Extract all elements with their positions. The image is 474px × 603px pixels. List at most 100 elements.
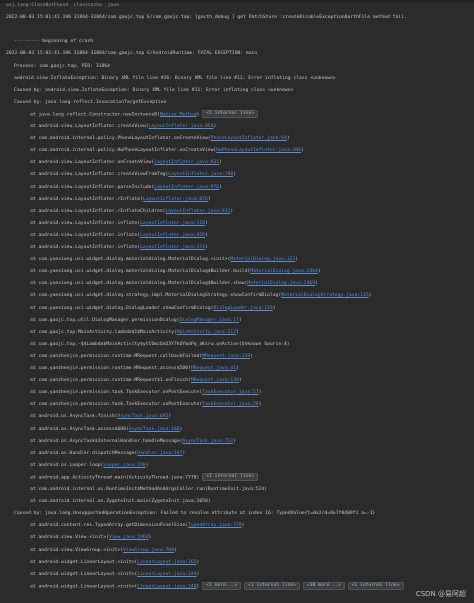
source-link[interactable]: LayoutInflater.java:518 xyxy=(140,221,205,226)
log-text: ) xyxy=(179,426,183,432)
log-text: ) xyxy=(145,462,149,468)
collapsed-lines-badge[interactable]: <1 internal line> xyxy=(347,581,404,590)
source-link[interactable]: ViewGroup.java:709 xyxy=(123,548,174,553)
log-text: at com.yuexiang.usi.widget.dialog.materi… xyxy=(30,257,231,263)
log-text: ) xyxy=(368,293,372,299)
source-link[interactable]: DialogManager.java:17 xyxy=(180,318,239,323)
source-link[interactable]: MRequest.java:159 xyxy=(202,354,250,359)
source-link[interactable]: LayoutInflater.java:833 xyxy=(165,209,230,214)
log-text: ) xyxy=(196,559,200,565)
source-link[interactable]: AsyncTask.java:695 xyxy=(118,414,169,419)
source-link[interactable]: LinearLayout.java:244 xyxy=(137,572,196,577)
source-link[interactable]: LayoutInflater.java:931 xyxy=(154,160,219,165)
source-link[interactable]: View.java:5964 xyxy=(109,535,149,540)
log-line: at com.yuexiang.usi.widget.dialog.materi… xyxy=(0,255,474,264)
log-text: at com.yuexiang.usi.widget.dialog.strate… xyxy=(30,293,282,299)
source-link[interactable]: MaterialDialog.java:2464 xyxy=(250,269,318,274)
source-link[interactable]: MRequest.java:41 xyxy=(191,366,236,371)
source-link[interactable]: Handler.java:107 xyxy=(137,451,182,456)
log-line: at java.lang.reflect.Constructor.newInst… xyxy=(0,109,474,119)
source-link[interactable]: Native Method xyxy=(160,112,197,117)
log-line: at android.view.LayoutInflater.createVie… xyxy=(0,122,474,131)
source-link[interactable]: HwPhoneLayoutInflater.java:106 xyxy=(216,148,301,153)
log-text: at com.yuexiang.usi.widget.dialog.materi… xyxy=(30,269,251,275)
log-text: ) xyxy=(315,281,318,287)
source-link[interactable]: PhoneLayoutInflater.java:64 xyxy=(211,136,287,141)
source-link[interactable]: LayoutInflater.java:854 xyxy=(149,124,214,129)
log-line: --------- beginning of crash xyxy=(0,37,474,46)
log-text: at com.android.internal.policy.HwPhoneLa… xyxy=(30,148,217,154)
source-link[interactable]: MaterialDialog.java:2469 xyxy=(247,281,315,286)
collapsed-lines-badge[interactable]: <1 internal line> xyxy=(244,581,301,590)
collapsed-lines-badge[interactable]: <1 internal line> xyxy=(202,109,259,118)
log-text: ) xyxy=(233,438,237,444)
log-line: at android.os.AsyncTask.access$600(Async… xyxy=(0,425,474,434)
log-line: at android.view.LayoutInflater.onCreateV… xyxy=(0,158,474,167)
log-text: Caused by: java.lang.UnsupportedOperatio… xyxy=(14,511,376,517)
log-text: ) xyxy=(236,329,239,335)
log-line: at android.os.AsyncTask.finish(AsyncTask… xyxy=(0,412,474,421)
log-line: at com.android.internal.policy.PhoneLayo… xyxy=(0,134,474,143)
log-text: ) xyxy=(204,220,208,226)
log-line: at com.yanzhenjie.permission.task.TaskEx… xyxy=(0,400,474,409)
source-link[interactable]: AsyncTask.java:180 xyxy=(129,427,180,432)
log-text: ) xyxy=(219,184,222,190)
log-text: ) xyxy=(148,535,152,541)
log-text: ) xyxy=(219,160,222,166)
log-text: at com.yanzhenjie.permission.runtime.MRe… xyxy=(30,378,191,384)
log-text: at android.app.ActivityThread.main(Activ… xyxy=(30,475,203,481)
source-link[interactable]: TaskExecutor.java:57 xyxy=(202,390,258,395)
log-text: ) xyxy=(250,353,253,359)
log-text: ) xyxy=(258,402,262,408)
log-text: at android.os.AsyncTask.access$600( xyxy=(30,426,129,432)
source-link[interactable]: TaskExecutor.java:29 xyxy=(202,402,258,407)
source-link[interactable]: TypedArray.java:779 xyxy=(188,523,242,528)
collapsed-lines-badge[interactable]: <30 more...> xyxy=(302,581,345,590)
source-link[interactable]: LayoutInflater.java:976 xyxy=(154,185,219,190)
log-line: at android.view.LayoutInflater.createVie… xyxy=(0,170,474,179)
logcat-output-panel[interactable]: wsj.lang.ClassNotFound classcache java 20… xyxy=(0,0,474,603)
log-text: ) xyxy=(258,390,262,396)
source-link[interactable]: LayoutInflater.java:798 xyxy=(168,172,233,177)
source-link[interactable]: LayoutInflater.java:876 xyxy=(143,197,208,202)
log-line: at android.view.LayoutInflater.rInflate(… xyxy=(0,195,474,204)
source-link[interactable]: LayoutInflater.java:374 xyxy=(140,245,205,250)
log-text: at com.android.internal.os.RuntimeInit$M… xyxy=(30,487,268,492)
log-line: Caused by: java.lang.reflect.InvocationT… xyxy=(0,98,474,107)
log-text: at android.view.ViewGroup.<init>( xyxy=(30,547,124,553)
log-line: at android.view.LayoutInflater.parseIncl… xyxy=(0,183,474,192)
log-line: at com.yuexiang.usi.widget.dialog.Dialog… xyxy=(0,304,474,313)
log-line: at android.view.ViewGroup.<init>(ViewGro… xyxy=(0,546,474,555)
source-link[interactable]: LinearLayout.java:240 xyxy=(137,584,196,589)
log-text: at android.view.LayoutInflater.rInflate( xyxy=(30,196,143,202)
log-text: ) xyxy=(241,523,245,529)
source-link[interactable]: Looper.java:198 xyxy=(103,463,145,468)
log-line: at com.android.internal.os.RuntimeInit$M… xyxy=(0,485,474,494)
log-line: at com.yanzhenjie.permission.runtime.MRe… xyxy=(0,376,474,385)
source-link[interactable]: MaterialDialog.java:122 xyxy=(230,257,295,262)
log-line: at android.view.LayoutInflater.inflate(L… xyxy=(0,231,474,240)
collapsed-lines-badge[interactable]: <1 internal line> xyxy=(202,472,259,481)
source-link[interactable]: LinearLayout.java:265 xyxy=(137,560,196,565)
log-text: at android.view.View.<init>( xyxy=(30,535,110,541)
log-line: at android.widget.LinearLayout.<init>(Li… xyxy=(0,558,474,567)
log-text: 2022-08-03 15:01:41.196 31864-31864/com.… xyxy=(6,15,407,21)
log-text: at android.widget.LinearLayout.<init>( xyxy=(30,571,138,577)
source-link[interactable]: AsyncTask.java:712 xyxy=(182,439,233,444)
source-link[interactable]: DialogLoader.java:119 xyxy=(213,306,272,311)
log-line: at android.os.AsyncTask$InternalHandler.… xyxy=(0,437,474,446)
log-line: at android.widget.LinearLayout.<init>(Li… xyxy=(0,581,474,591)
log-text: ) xyxy=(213,124,217,129)
log-line: at com.yuexiang.usi.widget.dialog.materi… xyxy=(0,279,474,288)
collapsed-lines-badge[interactable]: <1 more...> xyxy=(202,581,242,590)
source-link[interactable]: MaterialDialogStrategy.java:135 xyxy=(281,293,369,298)
source-link[interactable]: LayoutInflater.java:426 xyxy=(140,233,205,238)
log-line: at com.yuexiang.usi.widget.dialog.materi… xyxy=(0,267,474,276)
log-text: at com.gaojc.top.MainActivity.lambda$1$M… xyxy=(30,329,177,335)
source-link[interactable]: MainActivity.java:117 xyxy=(177,330,236,335)
source-link[interactable]: MRequest.java:130 xyxy=(191,378,239,383)
log-text: at android.view.LayoutInflater.rInflateC… xyxy=(30,208,166,214)
log-text: ) xyxy=(286,136,290,142)
log-text: at android.view.LayoutInflater.onCreateV… xyxy=(30,160,155,166)
